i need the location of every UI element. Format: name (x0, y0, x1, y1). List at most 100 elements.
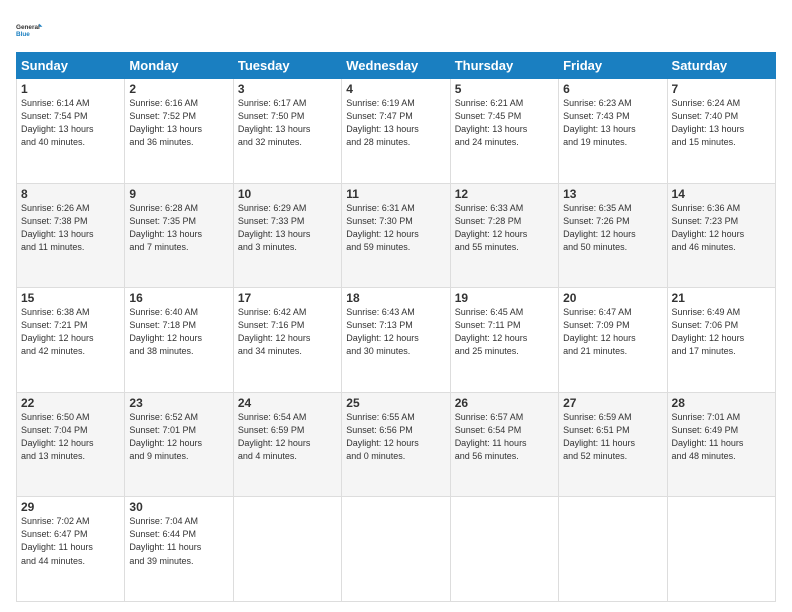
calendar-cell: 11Sunrise: 6:31 AM Sunset: 7:30 PM Dayli… (342, 183, 450, 288)
calendar-week-row: 29Sunrise: 7:02 AM Sunset: 6:47 PM Dayli… (17, 497, 776, 602)
calendar-cell: 18Sunrise: 6:43 AM Sunset: 7:13 PM Dayli… (342, 288, 450, 393)
calendar-cell: 29Sunrise: 7:02 AM Sunset: 6:47 PM Dayli… (17, 497, 125, 602)
calendar-cell: 17Sunrise: 6:42 AM Sunset: 7:16 PM Dayli… (233, 288, 341, 393)
day-number: 18 (346, 291, 445, 305)
logo-icon: GeneralBlue (16, 16, 44, 44)
day-number: 1 (21, 82, 120, 96)
calendar-cell: 21Sunrise: 6:49 AM Sunset: 7:06 PM Dayli… (667, 288, 775, 393)
day-number: 17 (238, 291, 337, 305)
day-number: 14 (672, 187, 771, 201)
calendar-cell: 23Sunrise: 6:52 AM Sunset: 7:01 PM Dayli… (125, 392, 233, 497)
day-info: Sunrise: 6:38 AM Sunset: 7:21 PM Dayligh… (21, 306, 120, 358)
day-info: Sunrise: 6:55 AM Sunset: 6:56 PM Dayligh… (346, 411, 445, 463)
day-info: Sunrise: 6:36 AM Sunset: 7:23 PM Dayligh… (672, 202, 771, 254)
calendar-cell: 8Sunrise: 6:26 AM Sunset: 7:38 PM Daylig… (17, 183, 125, 288)
day-number: 21 (672, 291, 771, 305)
calendar-week-row: 22Sunrise: 6:50 AM Sunset: 7:04 PM Dayli… (17, 392, 776, 497)
calendar-header-monday: Monday (125, 53, 233, 79)
calendar-header-friday: Friday (559, 53, 667, 79)
calendar-table: SundayMondayTuesdayWednesdayThursdayFrid… (16, 52, 776, 602)
calendar-cell: 1Sunrise: 6:14 AM Sunset: 7:54 PM Daylig… (17, 79, 125, 184)
day-info: Sunrise: 6:54 AM Sunset: 6:59 PM Dayligh… (238, 411, 337, 463)
calendar-cell: 10Sunrise: 6:29 AM Sunset: 7:33 PM Dayli… (233, 183, 341, 288)
calendar-cell: 26Sunrise: 6:57 AM Sunset: 6:54 PM Dayli… (450, 392, 558, 497)
calendar-cell: 13Sunrise: 6:35 AM Sunset: 7:26 PM Dayli… (559, 183, 667, 288)
day-info: Sunrise: 6:29 AM Sunset: 7:33 PM Dayligh… (238, 202, 337, 254)
day-info: Sunrise: 6:21 AM Sunset: 7:45 PM Dayligh… (455, 97, 554, 149)
calendar-header-thursday: Thursday (450, 53, 558, 79)
logo: GeneralBlue (16, 16, 44, 44)
calendar-cell: 24Sunrise: 6:54 AM Sunset: 6:59 PM Dayli… (233, 392, 341, 497)
calendar-header-row: SundayMondayTuesdayWednesdayThursdayFrid… (17, 53, 776, 79)
day-number: 9 (129, 187, 228, 201)
day-info: Sunrise: 6:28 AM Sunset: 7:35 PM Dayligh… (129, 202, 228, 254)
calendar-cell: 6Sunrise: 6:23 AM Sunset: 7:43 PM Daylig… (559, 79, 667, 184)
day-number: 6 (563, 82, 662, 96)
day-number: 4 (346, 82, 445, 96)
day-number: 19 (455, 291, 554, 305)
calendar-week-row: 15Sunrise: 6:38 AM Sunset: 7:21 PM Dayli… (17, 288, 776, 393)
day-number: 20 (563, 291, 662, 305)
day-info: Sunrise: 6:26 AM Sunset: 7:38 PM Dayligh… (21, 202, 120, 254)
day-info: Sunrise: 7:01 AM Sunset: 6:49 PM Dayligh… (672, 411, 771, 463)
calendar-cell: 4Sunrise: 6:19 AM Sunset: 7:47 PM Daylig… (342, 79, 450, 184)
calendar-cell (450, 497, 558, 602)
calendar-cell (233, 497, 341, 602)
calendar-week-row: 1Sunrise: 6:14 AM Sunset: 7:54 PM Daylig… (17, 79, 776, 184)
day-number: 11 (346, 187, 445, 201)
day-number: 15 (21, 291, 120, 305)
svg-text:Blue: Blue (16, 31, 30, 38)
day-number: 10 (238, 187, 337, 201)
calendar-cell: 14Sunrise: 6:36 AM Sunset: 7:23 PM Dayli… (667, 183, 775, 288)
day-info: Sunrise: 6:35 AM Sunset: 7:26 PM Dayligh… (563, 202, 662, 254)
calendar-cell: 15Sunrise: 6:38 AM Sunset: 7:21 PM Dayli… (17, 288, 125, 393)
calendar-cell: 7Sunrise: 6:24 AM Sunset: 7:40 PM Daylig… (667, 79, 775, 184)
day-number: 30 (129, 500, 228, 514)
day-number: 23 (129, 396, 228, 410)
day-number: 25 (346, 396, 445, 410)
calendar-cell (342, 497, 450, 602)
day-number: 13 (563, 187, 662, 201)
calendar-cell: 5Sunrise: 6:21 AM Sunset: 7:45 PM Daylig… (450, 79, 558, 184)
calendar-cell: 20Sunrise: 6:47 AM Sunset: 7:09 PM Dayli… (559, 288, 667, 393)
day-info: Sunrise: 6:59 AM Sunset: 6:51 PM Dayligh… (563, 411, 662, 463)
day-number: 29 (21, 500, 120, 514)
day-number: 24 (238, 396, 337, 410)
svg-text:General: General (16, 24, 40, 31)
day-info: Sunrise: 7:02 AM Sunset: 6:47 PM Dayligh… (21, 515, 120, 567)
day-number: 28 (672, 396, 771, 410)
day-info: Sunrise: 6:50 AM Sunset: 7:04 PM Dayligh… (21, 411, 120, 463)
calendar-cell (667, 497, 775, 602)
calendar-header-tuesday: Tuesday (233, 53, 341, 79)
calendar-cell: 28Sunrise: 7:01 AM Sunset: 6:49 PM Dayli… (667, 392, 775, 497)
day-info: Sunrise: 6:31 AM Sunset: 7:30 PM Dayligh… (346, 202, 445, 254)
day-info: Sunrise: 6:43 AM Sunset: 7:13 PM Dayligh… (346, 306, 445, 358)
day-number: 16 (129, 291, 228, 305)
calendar-cell: 27Sunrise: 6:59 AM Sunset: 6:51 PM Dayli… (559, 392, 667, 497)
calendar-cell: 12Sunrise: 6:33 AM Sunset: 7:28 PM Dayli… (450, 183, 558, 288)
day-info: Sunrise: 6:52 AM Sunset: 7:01 PM Dayligh… (129, 411, 228, 463)
day-info: Sunrise: 6:14 AM Sunset: 7:54 PM Dayligh… (21, 97, 120, 149)
day-number: 5 (455, 82, 554, 96)
day-number: 7 (672, 82, 771, 96)
header: GeneralBlue (16, 16, 776, 44)
calendar-cell (559, 497, 667, 602)
day-info: Sunrise: 6:57 AM Sunset: 6:54 PM Dayligh… (455, 411, 554, 463)
calendar-header-saturday: Saturday (667, 53, 775, 79)
calendar-cell: 9Sunrise: 6:28 AM Sunset: 7:35 PM Daylig… (125, 183, 233, 288)
day-number: 12 (455, 187, 554, 201)
day-number: 22 (21, 396, 120, 410)
day-info: Sunrise: 6:16 AM Sunset: 7:52 PM Dayligh… (129, 97, 228, 149)
day-info: Sunrise: 6:49 AM Sunset: 7:06 PM Dayligh… (672, 306, 771, 358)
day-info: Sunrise: 6:45 AM Sunset: 7:11 PM Dayligh… (455, 306, 554, 358)
calendar-header-sunday: Sunday (17, 53, 125, 79)
day-info: Sunrise: 6:17 AM Sunset: 7:50 PM Dayligh… (238, 97, 337, 149)
day-number: 2 (129, 82, 228, 96)
day-number: 27 (563, 396, 662, 410)
day-info: Sunrise: 7:04 AM Sunset: 6:44 PM Dayligh… (129, 515, 228, 567)
day-info: Sunrise: 6:23 AM Sunset: 7:43 PM Dayligh… (563, 97, 662, 149)
calendar-cell: 2Sunrise: 6:16 AM Sunset: 7:52 PM Daylig… (125, 79, 233, 184)
calendar-cell: 30Sunrise: 7:04 AM Sunset: 6:44 PM Dayli… (125, 497, 233, 602)
day-info: Sunrise: 6:40 AM Sunset: 7:18 PM Dayligh… (129, 306, 228, 358)
calendar-cell: 19Sunrise: 6:45 AM Sunset: 7:11 PM Dayli… (450, 288, 558, 393)
